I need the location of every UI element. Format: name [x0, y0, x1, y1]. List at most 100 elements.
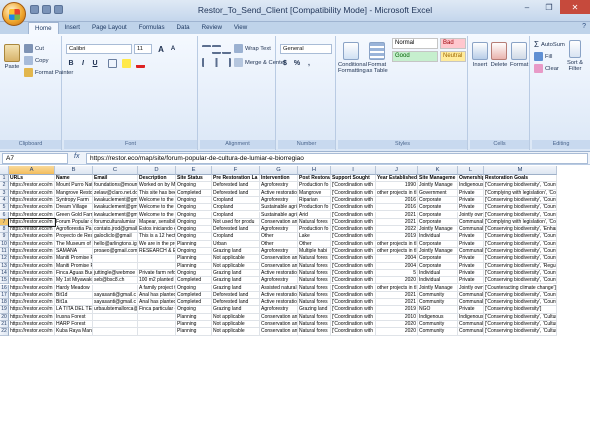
table-cell[interactable]: ['Coordination with: [331, 211, 376, 219]
header-cell[interactable]: Name: [55, 175, 93, 183]
table-cell[interactable]: Grazing land: [212, 248, 260, 256]
table-cell[interactable]: https://restor.eco/m: [9, 211, 55, 219]
row-header[interactable]: 17: [0, 291, 9, 300]
align-bottom-icon[interactable]: [222, 45, 231, 54]
table-cell[interactable]: https://restor.eco/m: [8, 217, 56, 228]
table-cell[interactable]: foundations@mounti: [93, 182, 138, 190]
table-cell[interactable]: Planning: [176, 328, 212, 336]
table-cell[interactable]: Mount Purro Nat: [55, 182, 93, 190]
table-cell[interactable]: Not applicable: [212, 255, 260, 263]
currency-button[interactable]: $: [280, 58, 290, 68]
table-cell[interactable]: Agroforestry: [260, 248, 298, 256]
header-cell[interactable]: Pre Restoration La: [212, 175, 260, 183]
table-cell[interactable]: https://restor.eco/m: [9, 240, 55, 248]
bold-button[interactable]: B: [66, 58, 76, 68]
table-cell[interactable]: Maniti Promise Forest: [55, 255, 93, 263]
table-cell[interactable]: Not applicable: [212, 321, 260, 329]
table-cell[interactable]: Agroforestry: [260, 182, 298, 190]
table-cell[interactable]: Active restoration: [260, 189, 298, 197]
table-cell[interactable]: Anal has planted o: [138, 299, 176, 307]
column-header-c[interactable]: C: [93, 166, 138, 175]
table-cell[interactable]: Jointly Manage: [418, 248, 458, 256]
table-cell[interactable]: Grazing land: [298, 306, 331, 314]
table-cell[interactable]: [93, 313, 138, 321]
table-cell[interactable]: Agroforestry: [260, 196, 298, 205]
table-cell[interactable]: Ongoing: [176, 204, 212, 212]
table-cell[interactable]: Estos iniciando el: [138, 226, 176, 234]
table-cell[interactable]: 2020: [376, 328, 418, 336]
table-cell[interactable]: Completed: [176, 291, 212, 300]
font-color-icon[interactable]: [136, 59, 145, 68]
table-cell[interactable]: ['Conserving biodiversity', 'Regulating …: [484, 262, 557, 270]
font-name-select[interactable]: Calibri: [66, 44, 132, 54]
table-cell[interactable]: https://restor.eco/m: [9, 233, 55, 241]
table-cell[interactable]: This site has been: [138, 189, 176, 197]
table-cell[interactable]: ['Coordination with: [331, 248, 376, 256]
table-cell[interactable]: Communal: [458, 299, 484, 307]
table-cell[interactable]: Agroflorestia Pa: [55, 226, 93, 234]
column-header-d[interactable]: D: [138, 166, 176, 175]
header-cell[interactable]: Intervention: [260, 175, 298, 183]
table-cell[interactable]: https://restor.eco/m: [9, 291, 55, 300]
row-header[interactable]: 7: [0, 218, 9, 227]
table-cell[interactable]: proaeo@gmail.com: [93, 248, 138, 256]
table-cell[interactable]: Ongoing: [176, 306, 212, 314]
table-cell[interactable]: [93, 328, 138, 336]
row-header[interactable]: 16: [0, 284, 9, 292]
table-cell[interactable]: RESEARCH & EDU: [138, 248, 176, 256]
format-button[interactable]: Format: [510, 42, 528, 68]
table-cell[interactable]: NGO: [418, 306, 458, 314]
table-cell[interactable]: [138, 313, 176, 321]
table-cell[interactable]: HARP Forest: [55, 321, 93, 329]
align-right-icon[interactable]: [222, 58, 231, 67]
row-header[interactable]: 19: [0, 306, 9, 314]
table-cell[interactable]: Corporate: [418, 240, 458, 248]
table-cell[interactable]: Planning: [176, 321, 212, 329]
table-cell[interactable]: Communal: [458, 248, 484, 256]
close-button[interactable]: ✕: [560, 0, 590, 14]
style-good[interactable]: Good: [392, 51, 438, 62]
row-header[interactable]: 1: [0, 175, 9, 183]
conditional-formatting-button[interactable]: Conditional Formatting: [338, 42, 367, 74]
autosum-button[interactable]: Σ AutoSum: [534, 40, 565, 49]
table-cell[interactable]: My 1st Miyawaki: [55, 277, 93, 285]
table-cell[interactable]: Private: [458, 255, 484, 263]
table-cell[interactable]: Private: [458, 306, 484, 314]
table-cell[interactable]: Production fo: [298, 182, 331, 190]
table-cell[interactable]: Conservation and: [260, 328, 298, 336]
table-cell[interactable]: Cropland: [212, 196, 260, 205]
table-cell[interactable]: 2016: [376, 196, 418, 205]
tab-formulas[interactable]: Formulas: [133, 22, 171, 34]
table-cell[interactable]: Ongoing: [176, 284, 212, 292]
header-cell[interactable]: URLs: [9, 175, 55, 183]
copy-button[interactable]: Copy: [24, 56, 49, 65]
table-cell[interactable]: Other: [260, 233, 298, 241]
table-cell[interactable]: Conservation and: [260, 321, 298, 329]
table-cell[interactable]: https://restor.eco/m: [9, 196, 55, 205]
row-header[interactable]: 14: [0, 269, 9, 278]
table-cell[interactable]: Conservation and: [260, 313, 298, 321]
table-cell[interactable]: Communal: [458, 328, 484, 336]
table-cell[interactable]: zelaw@claro.net.do: [93, 189, 138, 197]
table-cell[interactable]: Mangrove: [298, 189, 331, 197]
table-cell[interactable]: Cropland: [212, 211, 260, 219]
column-header-f[interactable]: F: [212, 166, 260, 175]
table-cell[interactable]: Completed: [176, 189, 212, 197]
table-cell[interactable]: Dream Village: [55, 204, 93, 212]
table-cell[interactable]: Grazing land: [212, 269, 260, 278]
redo-icon[interactable]: [54, 5, 63, 14]
table-cell[interactable]: Welcome to the fir: [138, 196, 176, 205]
table-cell[interactable]: Other: [298, 240, 331, 248]
table-cell[interactable]: 2020: [376, 277, 418, 285]
name-box[interactable]: A7: [2, 153, 68, 164]
table-cell[interactable]: Natural fores: [298, 321, 331, 329]
table-cell[interactable]: We are in the proc: [138, 240, 176, 248]
table-cell[interactable]: ['Conserving biodiversity', 'Counteracti…: [484, 248, 557, 256]
table-cell[interactable]: Maniti Promise Forest: [55, 262, 93, 270]
table-cell[interactable]: Active restoration: [260, 291, 298, 300]
table-cell[interactable]: Conservation and: [260, 262, 298, 270]
table-cell[interactable]: Bit1d: [55, 291, 93, 300]
table-cell[interactable]: Other: [260, 240, 298, 248]
row-header[interactable]: 12: [0, 255, 9, 263]
table-cell[interactable]: ['Conserving biodiversity', 'Counteracti…: [484, 196, 557, 205]
